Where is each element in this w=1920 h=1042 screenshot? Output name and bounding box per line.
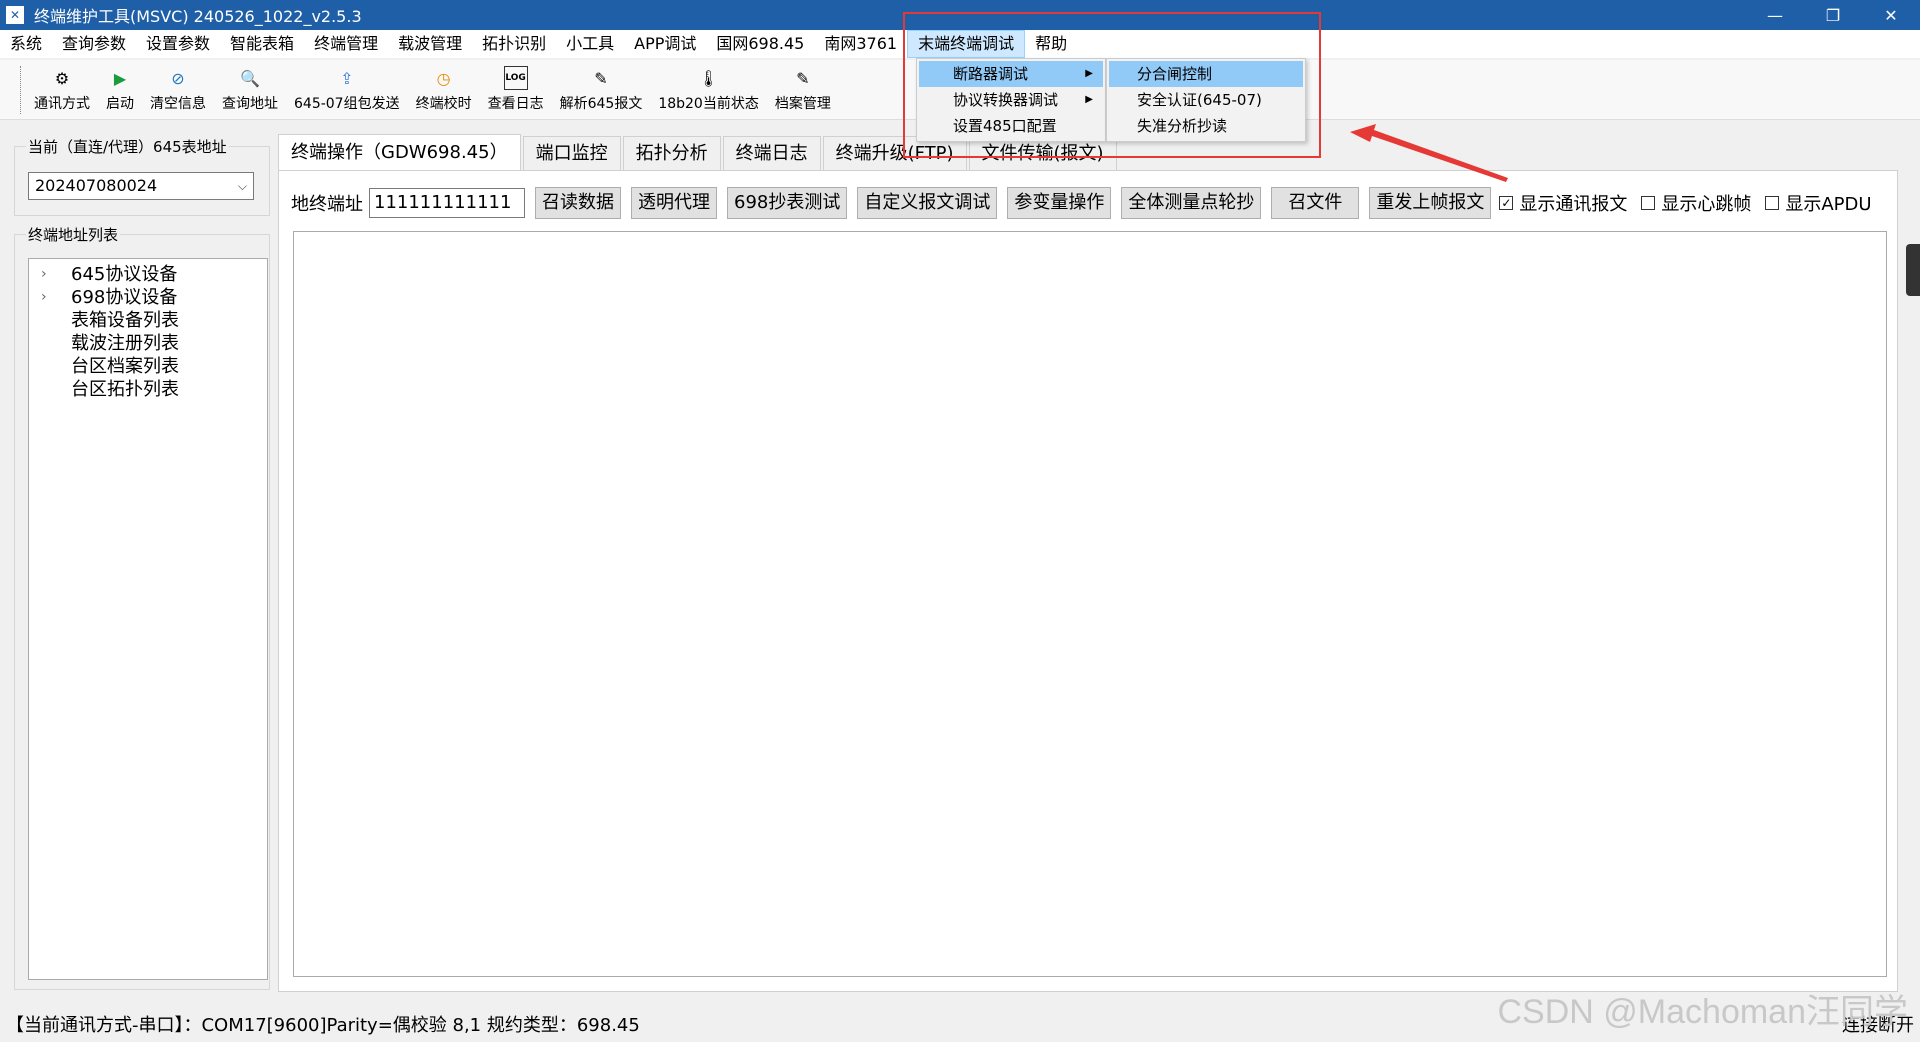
- checkbox-checked-icon: ✓: [1499, 196, 1514, 210]
- menu-terminal-mgmt[interactable]: 终端管理: [304, 30, 388, 58]
- clock-icon: ◷: [436, 68, 451, 88]
- show-apdu-checkbox[interactable]: 显示APDU: [1765, 190, 1872, 216]
- menu-carrier-mgmt[interactable]: 载波管理: [388, 30, 472, 58]
- address-group-title: 当前（直连/代理）645表地址: [26, 136, 229, 157]
- minimize-icon[interactable]: —: [1746, 0, 1804, 30]
- upload-icon: ⇪: [340, 68, 354, 88]
- tree-item[interactable]: 表箱设备列表: [29, 309, 267, 332]
- window-controls: — ❐ ✕: [1746, 0, 1920, 30]
- archive-edit-icon: ✎: [796, 68, 810, 88]
- time-sync-button[interactable]: ◷ 终端校时: [408, 60, 480, 113]
- show-comm-message-checkbox[interactable]: ✓ 显示通讯报文: [1499, 190, 1627, 216]
- side-panel-handle[interactable]: [1906, 244, 1920, 296]
- play-icon: ▶: [113, 68, 127, 88]
- custom-message-button[interactable]: 自定义报文调试: [857, 187, 998, 219]
- meter-address-value: 202407080024: [35, 176, 158, 195]
- thermometer-icon: 🌡: [698, 68, 719, 88]
- clear-info-button[interactable]: ⊘ 清空信息: [142, 60, 214, 113]
- app-icon: ✕: [6, 6, 24, 24]
- comm-status-text: 【当前通讯方式-串口】：COM17[9600]Parity=偶校验 8,1 规约…: [6, 1015, 640, 1036]
- watermark: CSDN @Machoman汪同学: [1497, 993, 1909, 1031]
- annotation-highlight-box: [903, 12, 1321, 158]
- parse-645-button[interactable]: ✎ 解析645报文: [552, 60, 651, 113]
- terminal-address-tree[interactable]: › 645协议设备 › 698协议设备 表箱设备列表 载波注册列表 台区档案列表 台…: [28, 258, 268, 980]
- view-log-button[interactable]: LOG 查看日志: [480, 60, 552, 113]
- chevron-right-icon[interactable]: ›: [41, 263, 47, 286]
- tab-terminal-operation[interactable]: 终端操作（GDW698.45）: [278, 134, 521, 170]
- menu-nw-3761[interactable]: 南网3761: [814, 30, 907, 58]
- start-button[interactable]: ▶ 启动: [98, 60, 142, 113]
- log-icon: LOG: [503, 66, 528, 90]
- tab-port-monitor[interactable]: 端口监控: [522, 136, 621, 170]
- query-address-button[interactable]: 🔍 查询地址: [214, 60, 286, 113]
- restore-icon[interactable]: ❐: [1804, 0, 1862, 30]
- window-title: 终端维护工具(MSVC) 240526_1022_v2.5.3: [34, 7, 362, 26]
- terminal-list-title: 终端地址列表: [26, 224, 121, 245]
- meter-read-test-button[interactable]: 698抄表测试: [727, 187, 848, 219]
- menu-tools[interactable]: 小工具: [556, 30, 624, 58]
- close-icon[interactable]: ✕: [1862, 0, 1920, 30]
- tree-item[interactable]: › 645协议设备: [29, 263, 267, 286]
- checkbox-empty-icon: [1641, 196, 1656, 210]
- packet-send-button[interactable]: ⇪ 645-07组包发送: [286, 60, 408, 113]
- tab-terminal-log[interactable]: 终端日志: [722, 136, 821, 170]
- resend-last-frame-button[interactable]: 重发上帧报文: [1369, 187, 1492, 219]
- archive-mgmt-button[interactable]: ✎ 档案管理: [767, 60, 839, 113]
- comm-mode-icon: ⚙: [54, 68, 70, 88]
- message-log-area[interactable]: [293, 231, 1887, 977]
- checkbox-empty-icon: [1765, 196, 1780, 210]
- menu-query-params[interactable]: 查询参数: [52, 30, 136, 58]
- menu-app-debug[interactable]: APP调试: [624, 30, 706, 58]
- read-data-button[interactable]: 召读数据: [535, 187, 621, 219]
- transparent-proxy-button[interactable]: 透明代理: [631, 187, 717, 219]
- menu-system[interactable]: 系统: [0, 30, 52, 58]
- terminal-address-input[interactable]: 111111111111: [369, 188, 525, 218]
- 18b20-status-button[interactable]: 🌡 18b20当前状态: [650, 60, 767, 113]
- menu-gw-698[interactable]: 国网698.45: [706, 30, 814, 58]
- tree-item[interactable]: › 698协议设备: [29, 286, 267, 309]
- tree-item[interactable]: 台区档案列表: [29, 355, 267, 378]
- tree-item[interactable]: 载波注册列表: [29, 332, 267, 355]
- menu-set-params[interactable]: 设置参数: [136, 30, 220, 58]
- control-row: 地终端址 111111111111 召读数据 透明代理 698抄表测试 自定义报…: [291, 187, 1886, 219]
- parameter-operation-button[interactable]: 参变量操作: [1007, 187, 1112, 219]
- main-content: 地终端址 111111111111 召读数据 透明代理 698抄表测试 自定义报…: [278, 170, 1898, 992]
- terminal-address-label: 地终端址: [291, 194, 363, 215]
- meter-address-select[interactable]: 202407080024 ⌵: [28, 172, 254, 200]
- edit-icon: ✎: [594, 68, 608, 88]
- toolbar-grip[interactable]: [20, 66, 22, 114]
- left-panel: 当前（直连/代理）645表地址 202407080024 ⌵ 终端地址列表 › 6…: [14, 126, 270, 991]
- chevron-down-icon: ⌵: [237, 179, 247, 193]
- read-file-button[interactable]: 召文件: [1271, 187, 1360, 219]
- show-heartbeat-checkbox[interactable]: 显示心跳帧: [1641, 190, 1751, 216]
- tab-topology-analysis[interactable]: 拓扑分析: [622, 136, 721, 170]
- poll-all-points-button[interactable]: 全体测量点轮抄: [1121, 187, 1262, 219]
- comm-mode-button[interactable]: ⚙ 通讯方式: [26, 60, 98, 113]
- menu-smart-meter-box[interactable]: 智能表箱: [220, 30, 304, 58]
- tree-item[interactable]: 台区拓扑列表: [29, 378, 267, 401]
- clear-icon: ⊘: [171, 68, 185, 88]
- annotation-arrow: [1350, 124, 1508, 182]
- menu-topology[interactable]: 拓扑识别: [472, 30, 556, 58]
- chevron-right-icon[interactable]: ›: [41, 286, 47, 309]
- search-icon: 🔍: [240, 68, 260, 88]
